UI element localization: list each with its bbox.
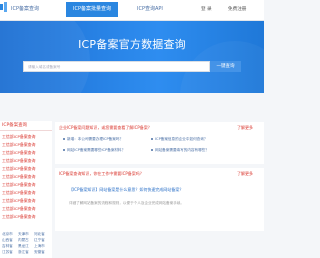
province-link[interactable]: 上海市: [34, 244, 45, 248]
sidebar-link[interactable]: 工信部ICP备案查询: [2, 181, 52, 189]
top-nav: ICP备案查询 ICP备案批量查询 ICP查询API 登 录 免费注册: [0, 0, 264, 21]
logo-icon[interactable]: [0, 1, 8, 13]
search-button[interactable]: 一键查询: [210, 61, 241, 72]
sidebar-link[interactable]: 工信部ICP备案查询: [2, 133, 52, 141]
bullet-icon: [63, 138, 65, 140]
sidebar-link[interactable]: 工信部ICP备案查询: [2, 205, 52, 213]
register-link[interactable]: 免费注册: [228, 7, 246, 12]
province-link[interactable]: 天津市: [18, 232, 29, 236]
news-panel: ICP备案查询知识，你在工作中需要ICP备案吗？ 了解更多 【ICP备案知识】网…: [55, 168, 264, 231]
sidebar: ICP备案查询 工信部ICP备案查询 工信部ICP备案查询 工信部ICP备案查询…: [0, 121, 52, 231]
province-link[interactable]: 安徽省: [34, 250, 45, 254]
bullet-icon: [151, 149, 153, 151]
sidebar-link[interactable]: 工信部ICP备案查询: [2, 165, 52, 173]
province-link[interactable]: 辽宁省: [34, 238, 45, 242]
province-link[interactable]: 吉林省: [2, 244, 13, 248]
sidebar-header: ICP备案查询: [0, 121, 52, 131]
hero-title: ICP备案官方数据查询: [78, 38, 186, 51]
faq-more-link[interactable]: 了解更多: [237, 125, 253, 130]
article-title[interactable]: 【ICP备案知识】网站备案是什么意思？如何快速完成网站备案？: [69, 187, 189, 193]
bullet-icon: [151, 138, 153, 140]
sidebar-link[interactable]: 工信部ICP备案查询: [2, 157, 52, 165]
province-link[interactable]: 浙江省: [18, 250, 29, 254]
search-placeholder: 请输入域名或备案号: [28, 65, 61, 69]
province-links: 北京市 天津市 河北省 山西省 内蒙古 辽宁省 吉林省 黑龙江 上海市 江苏省 …: [0, 231, 52, 258]
nav-icp-batch-query[interactable]: ICP备案批量查询: [66, 2, 118, 17]
article-description: 详细了解网站备案的流程和规则，以便于个人及企业完成网站备案手续。: [69, 201, 184, 205]
province-link[interactable]: 山西省: [2, 238, 13, 242]
faq-panel: 企业ICP备案问题知识，或您需要查看了解ICP备案？ 了解更多 新增：本公司需要…: [55, 122, 264, 164]
nav-icp-api[interactable]: ICP查询API: [137, 6, 163, 12]
faq-question[interactable]: ICP备案信息的企业中如何查询？: [151, 137, 207, 141]
bullet-icon: [63, 149, 65, 151]
sidebar-link[interactable]: 工信部ICP备案查询: [2, 213, 52, 221]
sidebar-link[interactable]: 工信部ICP备案查询: [2, 173, 52, 181]
province-link[interactable]: 内蒙古: [18, 238, 29, 242]
sidebar-link[interactable]: 工信部ICP备案查询: [2, 141, 52, 149]
sidebar-link[interactable]: 工信部ICP备案查询: [2, 149, 52, 157]
province-link[interactable]: 河北省: [34, 232, 45, 236]
province-link[interactable]: 江苏省: [2, 250, 13, 254]
faq-question[interactable]: 网站ICP备案需要哪些ICP备案材料？: [63, 148, 125, 152]
faq-question[interactable]: 网站备案需要填写的内容有哪些？: [151, 148, 209, 152]
faq-question[interactable]: 新增：本公司需要办理ICP备案吗？: [63, 137, 123, 141]
news-header: ICP备案查询知识，你在工作中需要ICP备案吗？: [59, 171, 144, 176]
hero-banner: ICP备案官方数据查询 请输入域名或备案号 一键查询: [0, 21, 264, 93]
province-link[interactable]: 北京市: [2, 232, 13, 236]
news-more-link[interactable]: 了解更多: [237, 171, 253, 176]
nav-icp-query[interactable]: ICP备案查询: [11, 6, 39, 12]
sidebar-link[interactable]: 工信部ICP备案查询: [2, 197, 52, 205]
sidebar-link[interactable]: 工信部ICP备案查询: [2, 189, 52, 197]
province-link[interactable]: 黑龙江: [18, 244, 29, 248]
faq-header: 企业ICP备案问题知识，或您需要查看了解ICP备案？: [59, 125, 152, 130]
login-link[interactable]: 登 录: [201, 7, 212, 12]
search-input[interactable]: 请输入域名或备案号: [23, 61, 210, 72]
